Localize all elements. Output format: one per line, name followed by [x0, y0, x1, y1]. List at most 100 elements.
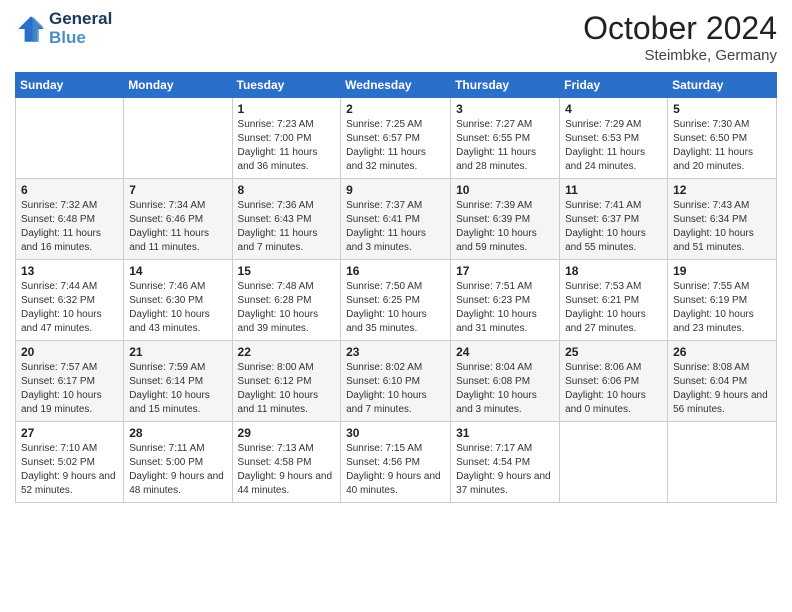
day-detail: Sunrise: 7:59 AMSunset: 6:14 PMDaylight:… [129, 361, 226, 417]
calendar-week-row: 1 Sunrise: 7:23 AMSunset: 7:00 PMDaylight… [16, 98, 777, 179]
day-number: 3 [456, 102, 554, 116]
day-detail: Sunrise: 8:04 AMSunset: 6:08 PMDaylight:… [456, 361, 554, 417]
calendar-week-row: 13 Sunrise: 7:44 AMSunset: 6:32 PMDayligh… [16, 260, 777, 341]
day-number: 17 [456, 264, 554, 278]
calendar-cell: 7 Sunrise: 7:34 AMSunset: 6:46 PMDaylight… [124, 179, 232, 260]
calendar-cell: 4Sunrise: 7:29 AMSunset: 6:53 PMDaylight… [560, 98, 668, 179]
calendar-cell: 26 Sunrise: 8:08 AMSunset: 6:04 PMDayligh… [668, 341, 777, 422]
logo-text: GeneralBlue [49, 10, 112, 47]
calendar-cell: 13 Sunrise: 7:44 AMSunset: 6:32 PMDayligh… [16, 260, 124, 341]
calendar-cell: 14 Sunrise: 7:46 AMSunset: 6:30 PMDayligh… [124, 260, 232, 341]
day-detail: Sunrise: 7:17 AMSunset: 4:54 PMDaylight:… [456, 442, 554, 498]
day-detail: Sunrise: 7:13 AMSunset: 4:58 PMDaylight:… [238, 442, 336, 498]
calendar-cell: 20 Sunrise: 7:57 AMSunset: 6:17 PMDayligh… [16, 341, 124, 422]
calendar-cell: 18 Sunrise: 7:53 AMSunset: 6:21 PMDayligh… [560, 260, 668, 341]
day-number: 6 [21, 183, 118, 197]
calendar-cell: 11Sunrise: 7:41 AMSunset: 6:37 PMDayligh… [560, 179, 668, 260]
day-detail: Sunrise: 7:57 AMSunset: 6:17 PMDaylight:… [21, 361, 118, 417]
calendar-cell: 21Sunrise: 7:59 AMSunset: 6:14 PMDayligh… [124, 341, 232, 422]
calendar-cell [560, 422, 668, 503]
day-number: 28 [129, 426, 226, 440]
day-detail: Sunrise: 7:44 AMSunset: 6:32 PMDaylight:… [21, 280, 118, 336]
day-number: 30 [346, 426, 445, 440]
calendar-cell: 31 Sunrise: 7:17 AMSunset: 4:54 PMDayligh… [451, 422, 560, 503]
day-number: 31 [456, 426, 554, 440]
weekday-header: Friday [560, 73, 668, 98]
day-number: 5 [673, 102, 771, 116]
day-detail: Sunrise: 7:25 AMSunset: 6:57 PMDaylight:… [346, 118, 445, 174]
day-number: 9 [346, 183, 445, 197]
calendar-cell: 17 Sunrise: 7:51 AMSunset: 6:23 PMDayligh… [451, 260, 560, 341]
day-number: 23 [346, 345, 445, 359]
logo-area: GeneralBlue [15, 10, 112, 47]
calendar-table: SundayMondayTuesdayWednesdayThursdayFrid… [15, 72, 777, 503]
day-number: 18 [565, 264, 662, 278]
day-number: 2 [346, 102, 445, 116]
day-number: 13 [21, 264, 118, 278]
calendar-cell: 30 Sunrise: 7:15 AMSunset: 4:56 PMDayligh… [341, 422, 451, 503]
day-detail: Sunrise: 7:48 AMSunset: 6:28 PMDaylight:… [238, 280, 336, 336]
day-number: 7 [129, 183, 226, 197]
weekday-header: Thursday [451, 73, 560, 98]
calendar-cell: 6 Sunrise: 7:32 AMSunset: 6:48 PMDaylight… [16, 179, 124, 260]
calendar-cell: 23 Sunrise: 8:02 AMSunset: 6:10 PMDayligh… [341, 341, 451, 422]
logo-icon [15, 13, 47, 45]
weekday-header-row: SundayMondayTuesdayWednesdayThursdayFrid… [16, 73, 777, 98]
day-number: 20 [21, 345, 118, 359]
day-detail: Sunrise: 7:23 AMSunset: 7:00 PMDaylight:… [238, 118, 336, 174]
calendar-cell: 22 Sunrise: 8:00 AMSunset: 6:12 PMDayligh… [232, 341, 341, 422]
calendar-week-row: 20 Sunrise: 7:57 AMSunset: 6:17 PMDayligh… [16, 341, 777, 422]
day-detail: Sunrise: 8:00 AMSunset: 6:12 PMDaylight:… [238, 361, 336, 417]
calendar-cell: 12Sunrise: 7:43 AMSunset: 6:34 PMDayligh… [668, 179, 777, 260]
calendar-cell [124, 98, 232, 179]
calendar-week-row: 27 Sunrise: 7:10 AMSunset: 5:02 PMDayligh… [16, 422, 777, 503]
calendar-cell: 27 Sunrise: 7:10 AMSunset: 5:02 PMDayligh… [16, 422, 124, 503]
day-detail: Sunrise: 7:51 AMSunset: 6:23 PMDaylight:… [456, 280, 554, 336]
day-number: 14 [129, 264, 226, 278]
day-detail: Sunrise: 8:08 AMSunset: 6:04 PMDaylight:… [673, 361, 771, 417]
day-detail: Sunrise: 7:11 AMSunset: 5:00 PMDaylight:… [129, 442, 226, 498]
day-detail: Sunrise: 7:34 AMSunset: 6:46 PMDaylight:… [129, 199, 226, 255]
day-detail: Sunrise: 7:46 AMSunset: 6:30 PMDaylight:… [129, 280, 226, 336]
weekday-header: Tuesday [232, 73, 341, 98]
day-number: 22 [238, 345, 336, 359]
day-number: 8 [238, 183, 336, 197]
calendar-cell [668, 422, 777, 503]
day-detail: Sunrise: 8:02 AMSunset: 6:10 PMDaylight:… [346, 361, 445, 417]
calendar-week-row: 6 Sunrise: 7:32 AMSunset: 6:48 PMDaylight… [16, 179, 777, 260]
calendar-cell: 2 Sunrise: 7:25 AMSunset: 6:57 PMDaylight… [341, 98, 451, 179]
calendar-cell: 28 Sunrise: 7:11 AMSunset: 5:00 PMDayligh… [124, 422, 232, 503]
calendar-cell: 8Sunrise: 7:36 AMSunset: 6:43 PMDaylight… [232, 179, 341, 260]
calendar-cell: 29 Sunrise: 7:13 AMSunset: 4:58 PMDayligh… [232, 422, 341, 503]
day-number: 1 [238, 102, 336, 116]
day-detail: Sunrise: 7:55 AMSunset: 6:19 PMDaylight:… [673, 280, 771, 336]
day-number: 16 [346, 264, 445, 278]
day-detail: Sunrise: 7:10 AMSunset: 5:02 PMDaylight:… [21, 442, 118, 498]
day-detail: Sunrise: 7:50 AMSunset: 6:25 PMDaylight:… [346, 280, 445, 336]
day-detail: Sunrise: 7:41 AMSunset: 6:37 PMDaylight:… [565, 199, 662, 255]
month-title: October 2024 [583, 10, 777, 47]
day-number: 25 [565, 345, 662, 359]
calendar-cell: 25Sunrise: 8:06 AMSunset: 6:06 PMDayligh… [560, 341, 668, 422]
day-detail: Sunrise: 7:15 AMSunset: 4:56 PMDaylight:… [346, 442, 445, 498]
calendar-cell: 3 Sunrise: 7:27 AMSunset: 6:55 PMDaylight… [451, 98, 560, 179]
day-number: 15 [238, 264, 336, 278]
day-number: 29 [238, 426, 336, 440]
day-detail: Sunrise: 7:37 AMSunset: 6:41 PMDaylight:… [346, 199, 445, 255]
day-number: 27 [21, 426, 118, 440]
day-detail: Sunrise: 7:30 AMSunset: 6:50 PMDaylight:… [673, 118, 771, 174]
day-detail: Sunrise: 7:53 AMSunset: 6:21 PMDaylight:… [565, 280, 662, 336]
title-area: October 2024 Steimbke, Germany [583, 10, 777, 64]
calendar-cell: 19 Sunrise: 7:55 AMSunset: 6:19 PMDayligh… [668, 260, 777, 341]
day-number: 10 [456, 183, 554, 197]
day-number: 26 [673, 345, 771, 359]
day-number: 19 [673, 264, 771, 278]
calendar-cell: 24Sunrise: 8:04 AMSunset: 6:08 PMDayligh… [451, 341, 560, 422]
calendar-cell: 16 Sunrise: 7:50 AMSunset: 6:25 PMDayligh… [341, 260, 451, 341]
weekday-header: Saturday [668, 73, 777, 98]
location: Steimbke, Germany [583, 47, 777, 64]
weekday-header: Sunday [16, 73, 124, 98]
header: GeneralBlue October 2024 Steimbke, Germa… [15, 10, 777, 64]
day-detail: Sunrise: 7:27 AMSunset: 6:55 PMDaylight:… [456, 118, 554, 174]
day-detail: Sunrise: 7:32 AMSunset: 6:48 PMDaylight:… [21, 199, 118, 255]
